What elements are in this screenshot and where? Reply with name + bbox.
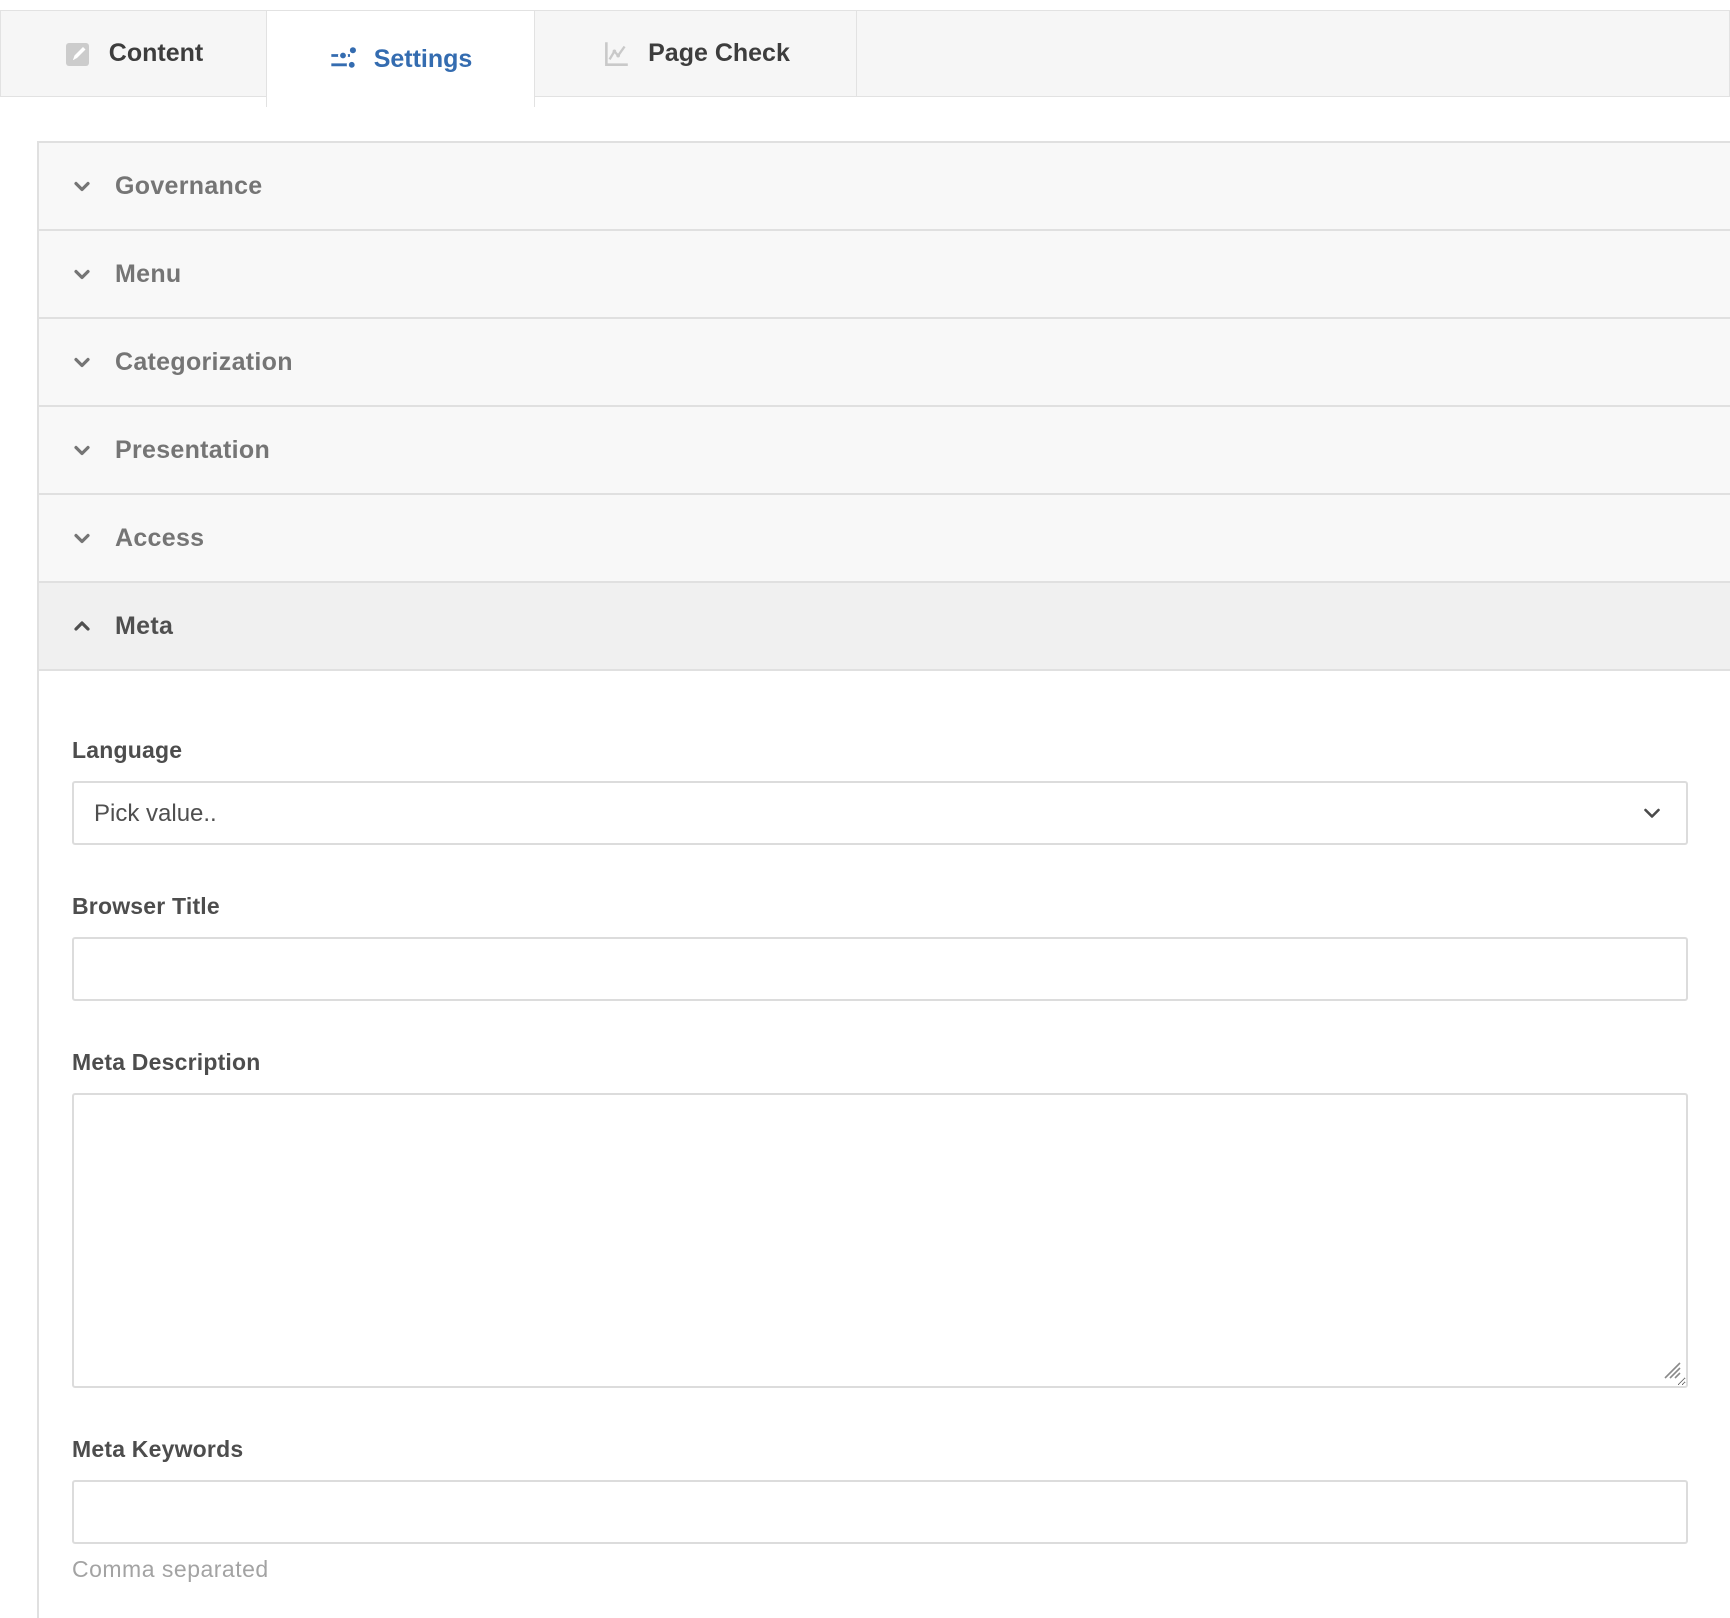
meta-keywords-field-group: Meta Keywords Comma separated: [72, 1436, 1688, 1583]
tab-label: Page Check: [648, 39, 790, 68]
sliders-icon: [329, 45, 357, 73]
accordion-section-label: Presentation: [115, 436, 270, 465]
tab-label: Content: [109, 39, 203, 68]
tab-bar-filler: [856, 10, 1730, 97]
accordion-section-label: Access: [115, 524, 204, 553]
line-chart-icon: [601, 39, 631, 69]
language-label: Language: [72, 737, 1688, 764]
language-field-group: Language Pick value..: [72, 737, 1688, 845]
accordion-section-presentation[interactable]: Presentation: [39, 407, 1730, 495]
accordion-section-label: Meta: [115, 612, 173, 641]
accordion-section-governance[interactable]: Governance: [39, 143, 1730, 231]
browser-title-input[interactable]: [72, 937, 1688, 1001]
accordion-section-access[interactable]: Access: [39, 495, 1730, 583]
chevron-up-icon: [70, 614, 94, 638]
accordion-section-label: Governance: [115, 172, 263, 201]
meta-section-content: Language Pick value.. Browser Title Meta…: [39, 671, 1730, 1618]
chevron-down-icon: [70, 350, 94, 374]
chevron-down-icon: [70, 438, 94, 462]
meta-description-label: Meta Description: [72, 1049, 1688, 1076]
edit-icon: [64, 40, 92, 68]
chevron-down-icon: [70, 262, 94, 286]
accordion-section-categorization[interactable]: Categorization: [39, 319, 1730, 407]
browser-title-field-group: Browser Title: [72, 893, 1688, 1001]
meta-description-field-group: Meta Description: [72, 1049, 1688, 1388]
tab-settings[interactable]: Settings: [266, 10, 535, 107]
tab-page-check[interactable]: Page Check: [534, 10, 857, 97]
chevron-down-icon: [70, 526, 94, 550]
tab-bar: Content Settings Page Check: [0, 10, 1730, 107]
accordion-section-menu[interactable]: Menu: [39, 231, 1730, 319]
language-select[interactable]: Pick value..: [72, 781, 1688, 845]
accordion-section-label: Categorization: [115, 348, 293, 377]
meta-keywords-label: Meta Keywords: [72, 1436, 1688, 1463]
tab-content[interactable]: Content: [0, 10, 267, 97]
browser-title-label: Browser Title: [72, 893, 1688, 920]
chevron-down-icon: [70, 174, 94, 198]
accordion-section-label: Menu: [115, 260, 181, 289]
meta-keywords-input[interactable]: [72, 1480, 1688, 1544]
accordion-section-meta[interactable]: Meta: [39, 583, 1730, 671]
meta-keywords-hint: Comma separated: [72, 1556, 1688, 1583]
tab-label: Settings: [374, 45, 473, 74]
settings-accordion: Governance Menu Categorization Presentat…: [37, 141, 1730, 1618]
meta-description-textarea[interactable]: [72, 1093, 1688, 1388]
